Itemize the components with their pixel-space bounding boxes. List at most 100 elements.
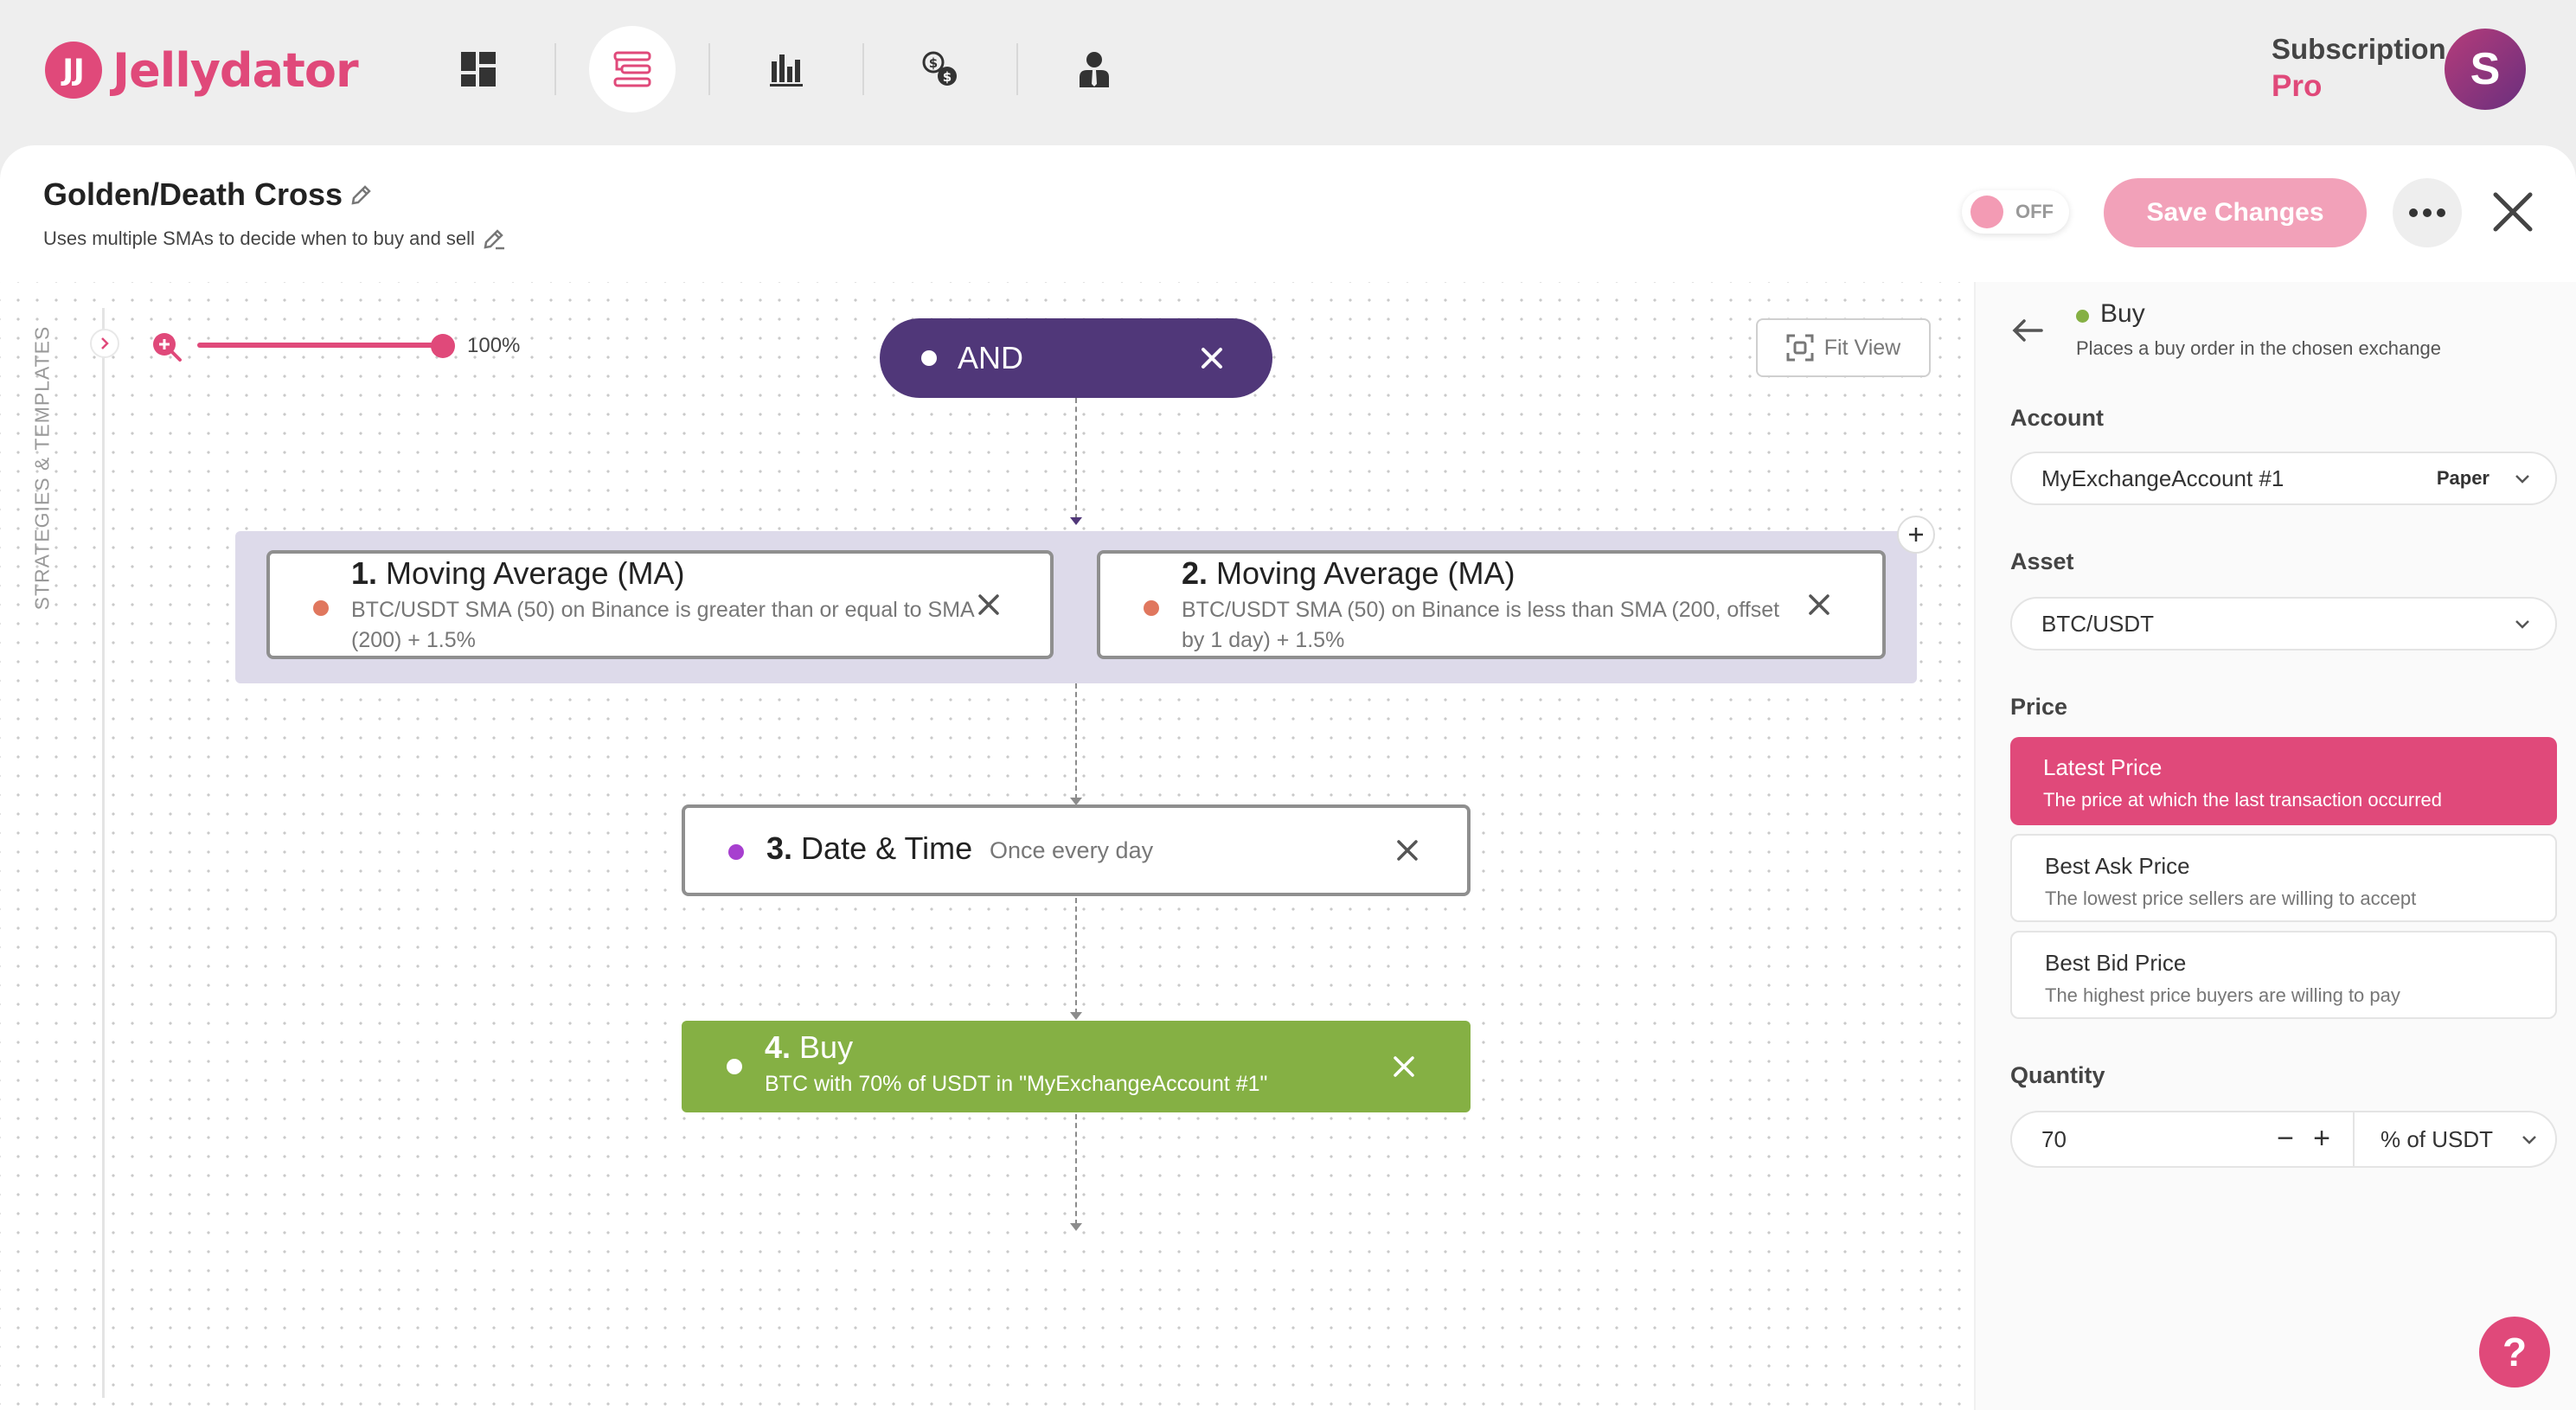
chevron-down-icon — [2515, 620, 2529, 629]
zoom-slider-thumb[interactable] — [431, 334, 455, 358]
side-divider — [102, 308, 105, 1398]
option-title: Best Bid Price — [2045, 950, 2187, 976]
node-status-dot — [313, 600, 329, 616]
remove-node-icon[interactable] — [1391, 834, 1424, 867]
strategy-toggle[interactable]: OFF — [1962, 190, 2069, 234]
back-arrow-icon[interactable] — [2010, 313, 2045, 348]
price-option-best-bid[interactable]: Best Bid Price The highest price buyers … — [2010, 931, 2557, 1019]
connector-line — [1075, 398, 1077, 519]
currency-exchange-icon: $ $ — [922, 51, 957, 86]
edit-title-pencil-icon[interactable] — [349, 183, 374, 207]
remove-and-node-icon[interactable] — [1195, 341, 1229, 375]
asset-label: Asset — [2010, 548, 2074, 574]
strategies-icon — [613, 51, 651, 87]
ma-node-1[interactable]: 1. Moving Average (MA) BTC/USDT SMA (50)… — [266, 550, 1054, 659]
more-options-button[interactable] — [2393, 178, 2462, 247]
panel-title: Buy — [2100, 299, 2145, 328]
strategy-editor: Golden/Death Cross Uses multiple SMAs to… — [0, 145, 2576, 1410]
node-description: Once every day — [990, 837, 1154, 863]
nav-dashboard[interactable] — [435, 26, 522, 112]
option-title: Latest Price — [2043, 754, 2163, 780]
flow-canvas[interactable]: STRATEGIES & TEMPLATES 100% Fit View AND — [0, 282, 1972, 1410]
toggle-label: OFF — [2015, 201, 2054, 222]
remove-node-icon[interactable] — [972, 588, 1005, 621]
svg-text:$: $ — [929, 55, 938, 71]
strategy-title-row: Golden/Death Cross — [43, 176, 374, 213]
account-value: MyExchangeAccount #1 — [2041, 465, 2284, 491]
connector-line — [1075, 683, 1077, 799]
connector-arrow — [1070, 517, 1082, 525]
zoom-value: 100% — [467, 334, 521, 357]
remove-node-icon[interactable] — [1803, 588, 1836, 621]
nav-separator — [708, 43, 710, 95]
subscription-info[interactable]: Subscription Pro — [2272, 33, 2446, 104]
remove-node-icon[interactable] — [1387, 1050, 1420, 1083]
zoom-in-icon[interactable] — [149, 329, 183, 363]
node-description: BTC/USDT SMA (50) on Binance is less tha… — [1182, 598, 1780, 652]
node-description: BTC with 70% of USDT in "MyExchangeAccou… — [765, 1072, 1268, 1096]
nav-separator — [1016, 43, 1018, 95]
chevron-down-icon — [2515, 475, 2529, 484]
price-label: Price — [2010, 694, 2068, 720]
nav-separator — [554, 43, 556, 95]
nav-separator — [862, 43, 864, 95]
node-status-dot — [1144, 600, 1159, 616]
strategies-templates-toggle[interactable]: STRATEGIES & TEMPLATES — [29, 325, 55, 611]
subscription-label: Subscription — [2272, 33, 2446, 65]
side-panel-label: STRATEGIES & TEMPLATES — [30, 325, 54, 611]
close-editor-button[interactable] — [2484, 183, 2541, 240]
toggle-knob — [1970, 195, 2003, 228]
and-node[interactable]: AND — [880, 318, 1272, 398]
strategy-title[interactable]: Golden/Death Cross — [43, 176, 343, 213]
quantity-stepper: 70 − + % of USDT — [2010, 1111, 2557, 1168]
quantity-unit-select[interactable]: % of USDT — [2381, 1126, 2493, 1153]
node-status-dot — [728, 844, 744, 860]
bar-chart-icon — [770, 54, 803, 87]
edit-description-pencil-icon[interactable] — [482, 227, 506, 251]
quantity-label: Quantity — [2010, 1062, 2105, 1088]
connector-arrow — [1070, 1223, 1082, 1231]
nav-analytics[interactable] — [743, 26, 830, 112]
nav-exchange[interactable]: $ $ — [897, 26, 984, 112]
more-dots-icon — [2409, 208, 2418, 217]
node-status-dot — [727, 1059, 742, 1074]
quantity-decrement-button[interactable]: − — [2270, 1121, 2301, 1156]
ma-node-2[interactable]: 2. Moving Average (MA) BTC/USDT SMA (50)… — [1097, 550, 1886, 659]
quantity-increment-button[interactable]: + — [2306, 1121, 2337, 1156]
app-logo[interactable]: JJ Jellydator — [45, 42, 359, 99]
fit-view-icon — [1786, 334, 1814, 362]
logo-mark-icon: JJ — [45, 42, 102, 99]
strategy-description-row: Uses multiple SMAs to decide when to buy… — [43, 227, 506, 251]
save-changes-button[interactable]: Save Changes — [2104, 178, 2367, 247]
plus-icon — [1909, 528, 1923, 542]
zoom-slider-track[interactable] — [197, 343, 441, 348]
strategy-description[interactable]: Uses multiple SMAs to decide when to buy… — [43, 228, 475, 250]
node-status-dot — [2076, 310, 2089, 323]
datetime-node[interactable]: 3. Date & Time Once every day — [682, 804, 1471, 896]
buy-node[interactable]: 4. Buy BTC with 70% of USDT in "MyExchan… — [682, 1021, 1471, 1112]
dashboard-icon — [461, 52, 496, 87]
account-select[interactable]: MyExchangeAccount #1 Paper — [2010, 452, 2557, 505]
connector-line — [1075, 1114, 1077, 1225]
node-settings-panel: Buy Places a buy order in the chosen exc… — [1974, 282, 2576, 1410]
node-title: 2. Moving Average (MA) — [1182, 555, 1515, 591]
asset-select[interactable]: BTC/USDT — [2010, 597, 2557, 651]
account-label: Account — [2010, 405, 2104, 431]
help-button[interactable]: ? — [2479, 1317, 2550, 1388]
nav-account[interactable] — [1051, 26, 1137, 112]
option-description: The price at which the last transaction … — [2043, 789, 2443, 811]
price-option-best-ask[interactable]: Best Ask Price The lowest price sellers … — [2010, 834, 2557, 922]
nav-strategies[interactable] — [589, 26, 676, 112]
price-option-latest[interactable]: Latest Price The price at which the last… — [2010, 737, 2557, 825]
fit-view-button[interactable]: Fit View — [1756, 318, 1931, 377]
option-description: The lowest price sellers are willing to … — [2045, 888, 2417, 909]
top-bar: JJ Jellydator $ $ Subscription Pro S — [0, 0, 2576, 145]
main-nav: $ $ — [435, 26, 1137, 112]
quantity-input[interactable]: 70 — [2041, 1126, 2067, 1153]
expand-sidebar-button[interactable] — [90, 329, 119, 358]
account-type-badge: Paper — [2436, 467, 2489, 489]
node-title: 4. Buy — [765, 1029, 854, 1065]
avatar[interactable]: S — [2445, 29, 2526, 110]
quantity-divider — [2353, 1112, 2355, 1166]
add-condition-button[interactable] — [1897, 516, 1935, 554]
